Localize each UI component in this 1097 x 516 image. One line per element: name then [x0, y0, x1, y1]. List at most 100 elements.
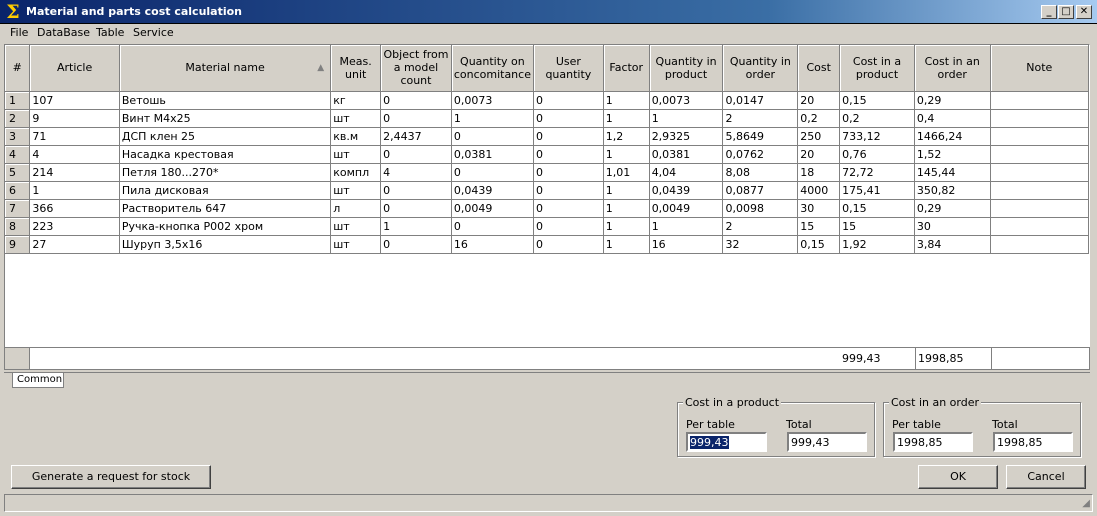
- table-cell[interactable]: 0,15: [839, 199, 915, 218]
- table-cell[interactable]: 0: [533, 235, 604, 254]
- table-cell[interactable]: 0: [533, 145, 604, 164]
- table-row[interactable]: 9 27 Шуруп 3,5х16 шт 0 16 0 1 16 32 0,15 1,92 3,84: [5, 235, 1089, 254]
- table-cell[interactable]: шт: [330, 109, 382, 128]
- table-cell[interactable]: 0,2: [839, 109, 915, 128]
- product-per-table-field[interactable]: 999,43: [686, 432, 767, 452]
- table-cell[interactable]: 4: [29, 145, 120, 164]
- table-cell[interactable]: 1: [603, 235, 650, 254]
- table-cell[interactable]: 250: [797, 127, 841, 146]
- column-header-12[interactable]: Cost in an order: [914, 45, 991, 92]
- table-cell[interactable]: 0,0762: [722, 145, 799, 164]
- cancel-button[interactable]: Cancel: [1006, 465, 1086, 489]
- table-cell[interactable]: 175,41: [839, 181, 915, 200]
- generate-request-button[interactable]: Generate a request for stock: [11, 465, 211, 489]
- table-cell[interactable]: 1: [29, 181, 120, 200]
- table-cell[interactable]: 0,15: [797, 235, 841, 254]
- table-cell[interactable]: [990, 235, 1089, 254]
- menu-table[interactable]: Table: [96, 26, 124, 39]
- ok-button[interactable]: OK: [918, 465, 998, 489]
- table-cell[interactable]: Шуруп 3,5х16: [119, 235, 332, 254]
- table-cell[interactable]: [990, 217, 1089, 236]
- table-cell[interactable]: [990, 145, 1089, 164]
- table-cell[interactable]: [990, 181, 1089, 200]
- column-header-0[interactable]: #: [5, 45, 31, 92]
- table-cell[interactable]: 0,0049: [451, 199, 534, 218]
- table-cell[interactable]: 0,0073: [649, 91, 724, 110]
- table-cell[interactable]: 3,84: [914, 235, 991, 254]
- table-cell[interactable]: 1: [649, 217, 724, 236]
- table-cell[interactable]: 0: [533, 127, 604, 146]
- table-cell[interactable]: 0,0439: [451, 181, 534, 200]
- resize-grip-icon[interactable]: ◢: [1082, 498, 1090, 509]
- table-cell[interactable]: 0: [533, 163, 604, 182]
- column-header-9[interactable]: Quantity in order: [722, 45, 799, 92]
- table-cell[interactable]: компл: [330, 163, 382, 182]
- table-cell[interactable]: 0: [533, 109, 604, 128]
- table-cell[interactable]: 0: [533, 181, 604, 200]
- column-header-3[interactable]: Meas. unit: [330, 45, 382, 92]
- table-cell[interactable]: 0: [533, 91, 604, 110]
- column-header-6[interactable]: User quantity: [533, 45, 604, 92]
- table-cell[interactable]: 0: [533, 199, 604, 218]
- table-cell[interactable]: 0: [380, 199, 452, 218]
- table-cell[interactable]: 16: [451, 235, 534, 254]
- table-cell[interactable]: [990, 109, 1089, 128]
- table-cell[interactable]: 0,0073: [451, 91, 534, 110]
- table-cell[interactable]: 15: [797, 217, 841, 236]
- table-cell[interactable]: 733,12: [839, 127, 915, 146]
- table-cell[interactable]: 30: [797, 199, 841, 218]
- column-header-13[interactable]: Note: [990, 45, 1089, 92]
- order-total-field[interactable]: 1998,85: [993, 432, 1073, 452]
- table-row[interactable]: 4 4 Насадка крестовая шт 0 0,0381 0 1 0,0381 0,07…: [5, 145, 1089, 164]
- table-row[interactable]: 2 9 Винт М4х25 шт 0 1 0 1 1 2 0,2 0,2 0,4: [5, 109, 1089, 128]
- table-cell[interactable]: л: [330, 199, 382, 218]
- close-button[interactable]: ✕: [1076, 5, 1092, 19]
- table-cell[interactable]: 1,92: [839, 235, 915, 254]
- table-cell[interactable]: 20: [797, 91, 841, 110]
- table-cell[interactable]: 71: [29, 127, 120, 146]
- table-cell[interactable]: 4000: [797, 181, 841, 200]
- table-cell[interactable]: 366: [29, 199, 120, 218]
- column-header-5[interactable]: Quantity on concomitance: [451, 45, 534, 92]
- table-cell[interactable]: Винт М4х25: [119, 109, 332, 128]
- table-cell[interactable]: 1,2: [603, 127, 650, 146]
- table-cell[interactable]: 27: [29, 235, 120, 254]
- table-cell[interactable]: 1: [603, 91, 650, 110]
- column-header-1[interactable]: Article: [29, 45, 120, 92]
- product-total-field[interactable]: 999,43: [787, 432, 867, 452]
- table-cell[interactable]: 1: [380, 217, 452, 236]
- table-cell[interactable]: 32: [722, 235, 799, 254]
- table-row[interactable]: 1 107 Ветошь кг 0 0,0073 0 1 0,0073 0,0147 20 0,15 0…: [5, 91, 1089, 110]
- table-cell[interactable]: кг: [330, 91, 382, 110]
- table-cell[interactable]: 9: [29, 109, 120, 128]
- table-cell[interactable]: 2: [722, 217, 799, 236]
- table-cell[interactable]: 0: [380, 91, 452, 110]
- materials-grid[interactable]: # Article Material name ▲ Meas. unit Object f…: [4, 44, 1090, 348]
- table-cell[interactable]: Насадка крестовая: [119, 145, 332, 164]
- menu-file[interactable]: File: [10, 26, 28, 39]
- table-cell[interactable]: шт: [330, 181, 382, 200]
- table-cell[interactable]: 0: [533, 217, 604, 236]
- table-cell[interactable]: 4,04: [649, 163, 724, 182]
- menu-service[interactable]: Service: [133, 26, 174, 39]
- table-cell[interactable]: [990, 163, 1089, 182]
- table-cell[interactable]: 0,0147: [722, 91, 799, 110]
- table-cell[interactable]: 0,0098: [722, 199, 799, 218]
- table-cell[interactable]: [990, 91, 1089, 110]
- table-row[interactable]: 5 214 Петля 180...270* компл 4 0 0 1,01 4,04 8,08…: [5, 163, 1089, 182]
- table-cell[interactable]: 20: [797, 145, 841, 164]
- column-header-8[interactable]: Quantity in product: [649, 45, 724, 92]
- column-header-11[interactable]: Cost in a product: [839, 45, 915, 92]
- table-cell[interactable]: шт: [330, 145, 382, 164]
- table-cell[interactable]: 0,0877: [722, 181, 799, 200]
- table-cell[interactable]: 72,72: [839, 163, 915, 182]
- table-cell[interactable]: Пила дисковая: [119, 181, 332, 200]
- table-cell[interactable]: 18: [797, 163, 841, 182]
- table-cell[interactable]: 0,29: [914, 199, 991, 218]
- table-cell[interactable]: кв.м: [330, 127, 382, 146]
- order-per-table-field[interactable]: 1998,85: [893, 432, 973, 452]
- table-cell[interactable]: 1,01: [603, 163, 650, 182]
- column-header-10[interactable]: Cost: [797, 45, 841, 92]
- table-cell[interactable]: шт: [330, 217, 382, 236]
- menu-database[interactable]: DataBase: [37, 26, 90, 39]
